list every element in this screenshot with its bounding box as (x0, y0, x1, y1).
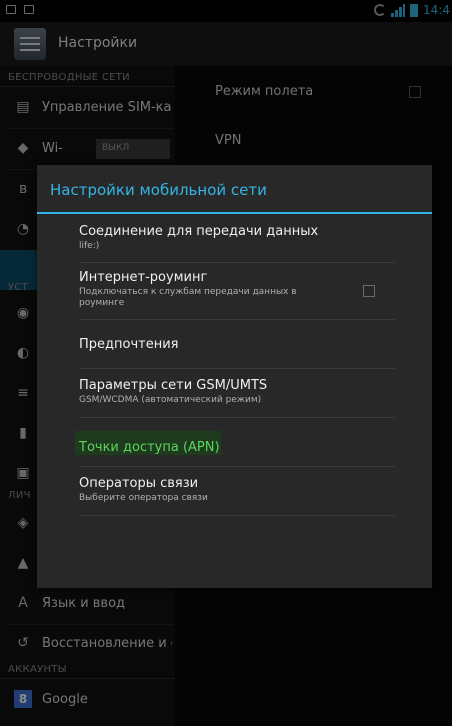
dialog-title-divider (37, 212, 432, 214)
option-title: Интернет-роуминг (79, 270, 208, 285)
option-data-roaming[interactable]: Интернет-роуминг Подключаться к службам … (79, 270, 395, 309)
option-summary: Подключаться к службам передачи данных в… (79, 287, 297, 308)
option-gsm-umts[interactable]: Параметры сети GSM/UMTS GSM/WCDMA (автом… (79, 378, 395, 406)
option-title: Операторы связи (79, 476, 199, 491)
option-title: Точки доступа (APN) (79, 440, 220, 455)
option-summary: life:) (79, 241, 100, 251)
option-title: Предпочтения (79, 337, 179, 352)
option-summary: Выберите оператора связи (79, 493, 208, 503)
data-roaming-checkbox[interactable] (363, 285, 375, 297)
dialog-title: Настройки мобильной сети (50, 181, 267, 199)
option-access-points-apn[interactable]: Точки доступа (APN) (75, 431, 221, 455)
option-network-operators[interactable]: Операторы связи Выберите оператора связи (79, 476, 395, 504)
option-data-connection[interactable]: Соединение для передачи данных life:) (79, 224, 395, 252)
mobile-network-settings-dialog: Настройки мобильной сети Соединение для … (37, 165, 432, 588)
option-title: Соединение для передачи данных (79, 224, 319, 239)
option-title: Параметры сети GSM/UMTS (79, 378, 268, 393)
option-preferences[interactable]: Предпочтения (79, 337, 395, 352)
option-summary: GSM/WCDMA (автоматический режим) (79, 395, 262, 405)
